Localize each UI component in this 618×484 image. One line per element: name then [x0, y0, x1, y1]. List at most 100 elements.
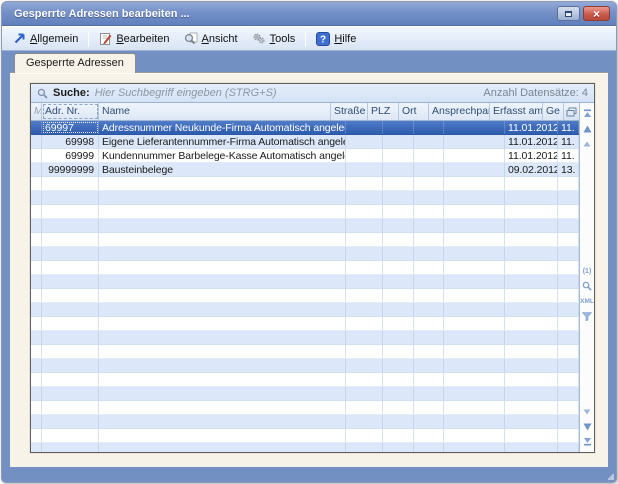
cell-strasse	[346, 303, 383, 316]
column-header-ort[interactable]: Ort	[399, 103, 429, 120]
cell-m[interactable]	[31, 121, 42, 134]
filter-icon[interactable]	[581, 311, 594, 322]
cell-plz	[383, 359, 414, 372]
resize-grip[interactable]	[608, 474, 614, 480]
cell-m	[31, 247, 42, 260]
zoom-search-icon[interactable]	[581, 281, 594, 292]
cell-erfasst	[505, 387, 558, 400]
cell-ansprechpartner	[444, 261, 505, 274]
cell-m[interactable]	[31, 135, 42, 148]
column-header-adr[interactable]: Adr. Nr.	[42, 103, 99, 120]
scroll-up-page-button[interactable]	[581, 123, 594, 134]
cell-ansprechpartner	[444, 205, 505, 218]
table-row[interactable]: 69999Kundennummer Barbelege-Kasse Automa…	[31, 149, 579, 163]
menu-item-hilfe[interactable]: ?Hilfe	[309, 30, 363, 48]
table-row[interactable]: 99999999Bausteinbelege 09.02.201213.	[31, 163, 579, 177]
cell-erfasst[interactable]: 11.01.2012	[505, 149, 558, 162]
cell-ort	[414, 219, 444, 232]
cell-name[interactable]: Kundennummer Barbelege-Kasse Automatisch…	[99, 149, 346, 162]
xml-export-icon[interactable]: XML	[581, 296, 594, 307]
cell-strasse[interactable]	[346, 149, 383, 162]
window-body: Gesperrte Adressen Suche: Hier Suchbegri…	[2, 51, 616, 483]
cell-name[interactable]: Adressnummer Neukunde-Firma Automatisch …	[99, 121, 346, 134]
cell-ort[interactable]	[414, 121, 444, 134]
search-input[interactable]: Hier Suchbegriff eingeben (STRG+S)	[95, 87, 479, 99]
cell-erfasst[interactable]: 09.02.2012	[505, 163, 558, 176]
cell-m[interactable]	[31, 163, 42, 176]
cell-plz[interactable]	[383, 163, 414, 176]
cell-plz	[383, 373, 414, 386]
empty-row	[31, 205, 579, 219]
cell-ge[interactable]: 13.	[558, 163, 579, 176]
cell-ansprechpartner[interactable]	[444, 163, 505, 176]
column-chooser-button[interactable]	[564, 103, 579, 120]
menu-item-bearbeiten[interactable]: Bearbeiten	[92, 30, 176, 48]
cell-name	[99, 177, 346, 190]
menu-item-allgemein[interactable]: Allgemein	[6, 30, 85, 47]
column-header-erfasst[interactable]: Erfasst am	[490, 103, 543, 120]
cell-ansprechpartner	[444, 247, 505, 260]
cell-ort	[414, 415, 444, 428]
cell-ansprechpartner[interactable]	[444, 149, 505, 162]
column-header-plz[interactable]: PLZ	[368, 103, 399, 120]
table-row[interactable]: 69998Eigene Lieferantennummer-Firma Auto…	[31, 135, 579, 149]
search-bar[interactable]: Suche: Hier Suchbegriff eingeben (STRG+S…	[31, 84, 594, 103]
cell-strasse	[346, 415, 383, 428]
scroll-up-button[interactable]	[581, 138, 594, 149]
cell-name	[99, 345, 346, 358]
cell-m[interactable]	[31, 149, 42, 162]
cell-strasse[interactable]	[346, 163, 383, 176]
cell-m	[31, 387, 42, 400]
menu-item-label: Bearbeiten	[116, 33, 169, 45]
scroll-to-bottom-button[interactable]	[581, 436, 594, 447]
cell-plz	[383, 317, 414, 330]
menu-item-tools[interactable]: Tools	[245, 30, 303, 47]
cell-ort[interactable]	[414, 149, 444, 162]
table-row[interactable]: 69997Adressnummer Neukunde-Firma Automat…	[31, 121, 579, 135]
cell-name	[99, 247, 346, 260]
cell-plz[interactable]	[383, 135, 414, 148]
cell-ort[interactable]	[414, 163, 444, 176]
cell-m	[31, 373, 42, 386]
column-header-ge[interactable]: Ge	[543, 103, 564, 120]
scroll-down-page-button[interactable]	[581, 421, 594, 432]
cell-adr[interactable]: 69997	[42, 121, 99, 134]
record-count-icon[interactable]: (1)	[581, 266, 594, 277]
empty-row	[31, 303, 579, 317]
cell-strasse[interactable]	[346, 121, 383, 134]
cell-m	[31, 401, 42, 414]
cell-adr[interactable]: 99999999	[42, 163, 99, 176]
cell-name[interactable]: Bausteinbelege	[99, 163, 346, 176]
cell-ort[interactable]	[414, 135, 444, 148]
scroll-down-button[interactable]	[581, 406, 594, 417]
cell-ansprechpartner[interactable]	[444, 135, 505, 148]
cell-plz[interactable]	[383, 121, 414, 134]
cell-erfasst	[505, 247, 558, 260]
cell-plz[interactable]	[383, 149, 414, 162]
restore-button[interactable]	[557, 6, 580, 21]
tab-gesperrte-adressen[interactable]: Gesperrte Adressen	[14, 53, 136, 73]
scroll-to-top-button[interactable]	[581, 108, 594, 119]
column-header-strasse[interactable]: Straße	[331, 103, 368, 120]
cell-ge[interactable]: 11.	[558, 135, 579, 148]
cell-strasse	[346, 359, 383, 372]
column-header-ansprechpartner[interactable]: Ansprechpartner	[429, 103, 490, 120]
cell-strasse[interactable]	[346, 135, 383, 148]
cell-ge[interactable]: 11.	[558, 149, 579, 162]
column-header-m[interactable]: M	[31, 103, 42, 120]
data-grid: MAdr. Nr.NameStraßePLZOrtAnsprechpartner…	[31, 103, 579, 452]
column-header-name[interactable]: Name	[99, 103, 331, 120]
close-button[interactable]: ×	[583, 6, 610, 21]
cell-ge[interactable]: 11.	[558, 121, 579, 134]
cell-name[interactable]: Eigene Lieferantennummer-Firma Automatis…	[99, 135, 346, 148]
cell-adr[interactable]: 69999	[42, 149, 99, 162]
cell-m	[31, 205, 42, 218]
cell-adr[interactable]: 69998	[42, 135, 99, 148]
cell-erfasst[interactable]: 11.01.2012	[505, 135, 558, 148]
cell-ge	[558, 443, 579, 452]
cell-erfasst	[505, 317, 558, 330]
cell-ansprechpartner[interactable]	[444, 121, 505, 134]
empty-row	[31, 359, 579, 373]
menu-item-ansicht[interactable]: Ansicht	[177, 30, 245, 47]
cell-erfasst[interactable]: 11.01.2012	[505, 121, 558, 134]
